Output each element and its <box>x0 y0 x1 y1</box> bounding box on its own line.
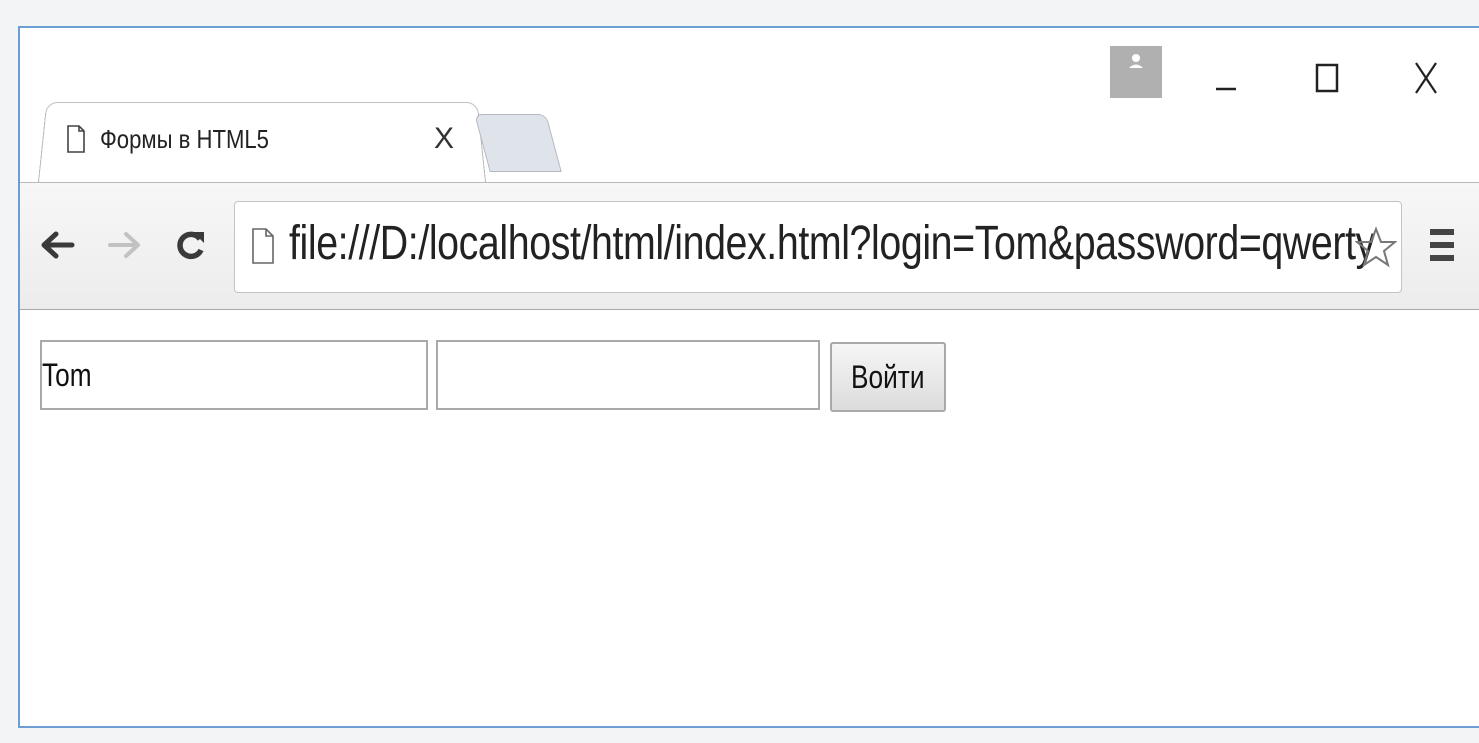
page-icon <box>252 228 274 264</box>
tab-content[interactable]: Формы в HTML5 X <box>50 104 470 174</box>
title-bar: Формы в HTML5 X <box>20 28 1479 182</box>
back-arrow-icon <box>41 231 75 259</box>
minimize-icon <box>1216 87 1236 91</box>
back-button[interactable] <box>36 223 80 267</box>
forward-button[interactable] <box>102 223 146 267</box>
reload-button[interactable] <box>168 223 212 267</box>
submit-button[interactable]: Войти <box>830 342 946 412</box>
reload-icon <box>177 231 204 260</box>
page-content: Tom Войти <box>20 310 1479 726</box>
close-icon <box>1415 62 1437 94</box>
star-icon[interactable] <box>1355 226 1397 268</box>
tab-title: Формы в HTML5 <box>100 123 269 154</box>
address-bar[interactable]: file:///D:/localhost/html/index.html?log… <box>234 201 1402 293</box>
minimize-button[interactable] <box>1196 48 1256 108</box>
browser-toolbar: file:///D:/localhost/html/index.html?log… <box>20 182 1479 310</box>
close-window-button[interactable] <box>1396 48 1456 108</box>
login-input[interactable]: Tom <box>40 340 428 410</box>
submit-button-label: Войти <box>851 358 925 395</box>
tab-close-icon[interactable]: X <box>426 121 462 157</box>
page-icon <box>67 125 85 153</box>
forward-arrow-icon <box>108 232 140 258</box>
maximize-icon <box>1315 63 1339 93</box>
login-input-value: Tom <box>42 356 92 393</box>
browser-window: Формы в HTML5 X file:///D:/localhost/htm… <box>18 26 1479 728</box>
url-text[interactable]: file:///D:/localhost/html/index.html?log… <box>289 216 1375 271</box>
profile-button[interactable] <box>1110 46 1162 98</box>
hamburger-menu-icon[interactable] <box>1422 225 1462 265</box>
maximize-button[interactable] <box>1298 48 1358 108</box>
password-input[interactable] <box>436 340 820 410</box>
person-icon <box>1129 54 1143 68</box>
new-tab-button[interactable] <box>474 114 562 172</box>
